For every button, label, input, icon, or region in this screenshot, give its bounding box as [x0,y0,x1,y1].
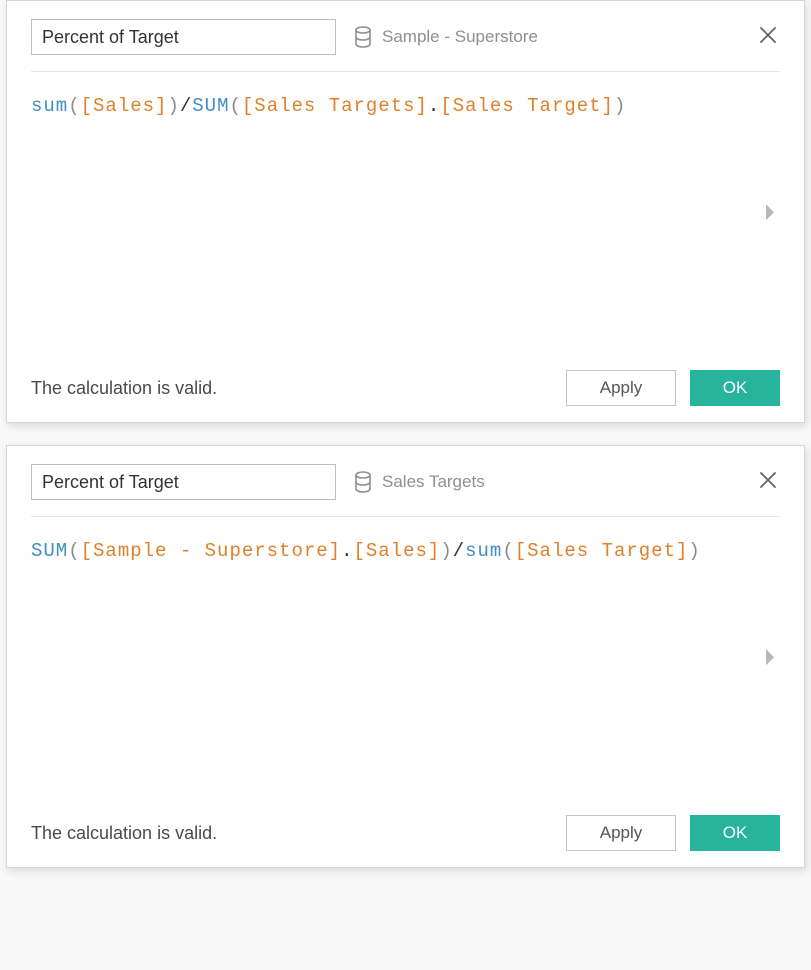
formula-token: ( [68,540,80,562]
expand-sidebar-button[interactable] [762,641,778,683]
validation-status: The calculation is valid. [31,378,217,399]
formula-token: / [180,95,192,117]
formula-token: SUM [31,540,68,562]
database-icon [354,471,372,493]
dialog-header: Sales Targets [31,464,780,517]
button-group: Apply OK [566,370,780,406]
dialog-footer: The calculation is valid. Apply OK [31,362,780,406]
formula-token: ( [68,95,80,117]
datasource-label: Sales Targets [382,472,485,492]
datasource-selector[interactable]: Sales Targets [354,471,485,493]
chevron-right-icon [764,206,776,228]
calculation-name-input[interactable] [31,464,336,500]
formula-token: [Sales Target] [440,95,614,117]
formula-token: ) [688,540,700,562]
formula-token: . [341,540,353,562]
formula-token: sum [465,540,502,562]
apply-button[interactable]: Apply [566,815,676,851]
ok-button[interactable]: OK [690,815,780,851]
formula-token: [Sales] [81,95,168,117]
dialog-footer: The calculation is valid. Apply OK [31,807,780,851]
formula-token: [Sales Targets] [242,95,428,117]
calculation-editor-dialog: Sample - Superstore sum([Sales])/SUM([Sa… [6,0,805,423]
formula-token: ) [614,95,626,117]
formula-token: [Sales] [353,540,440,562]
expand-sidebar-button[interactable] [762,196,778,238]
formula-token: sum [31,95,68,117]
formula-token: SUM [192,95,229,117]
close-icon [758,470,778,490]
formula-token: ) [440,540,452,562]
validation-status: The calculation is valid. [31,823,217,844]
close-button[interactable] [754,466,782,494]
button-group: Apply OK [566,815,780,851]
datasource-selector[interactable]: Sample - Superstore [354,26,538,48]
ok-button[interactable]: OK [690,370,780,406]
formula-token: ( [229,95,241,117]
formula-token: [Sample - Superstore] [81,540,341,562]
chevron-right-icon [764,651,776,673]
dialog-header: Sample - Superstore [31,19,780,72]
database-icon [354,26,372,48]
formula-editor[interactable]: SUM([Sample - Superstore].[Sales])/sum([… [31,517,780,807]
calculation-editor-dialog: Sales Targets SUM([Sample - Superstore].… [6,445,805,868]
close-icon [758,25,778,45]
formula-token: ( [502,540,514,562]
apply-button[interactable]: Apply [566,370,676,406]
formula-editor[interactable]: sum([Sales])/SUM([Sales Targets].[Sales … [31,72,780,362]
close-button[interactable] [754,21,782,49]
formula-token: [Sales Target] [515,540,689,562]
formula-token: . [428,95,440,117]
datasource-label: Sample - Superstore [382,27,538,47]
calculation-name-input[interactable] [31,19,336,55]
formula-token: ) [167,95,179,117]
formula-token: / [453,540,465,562]
